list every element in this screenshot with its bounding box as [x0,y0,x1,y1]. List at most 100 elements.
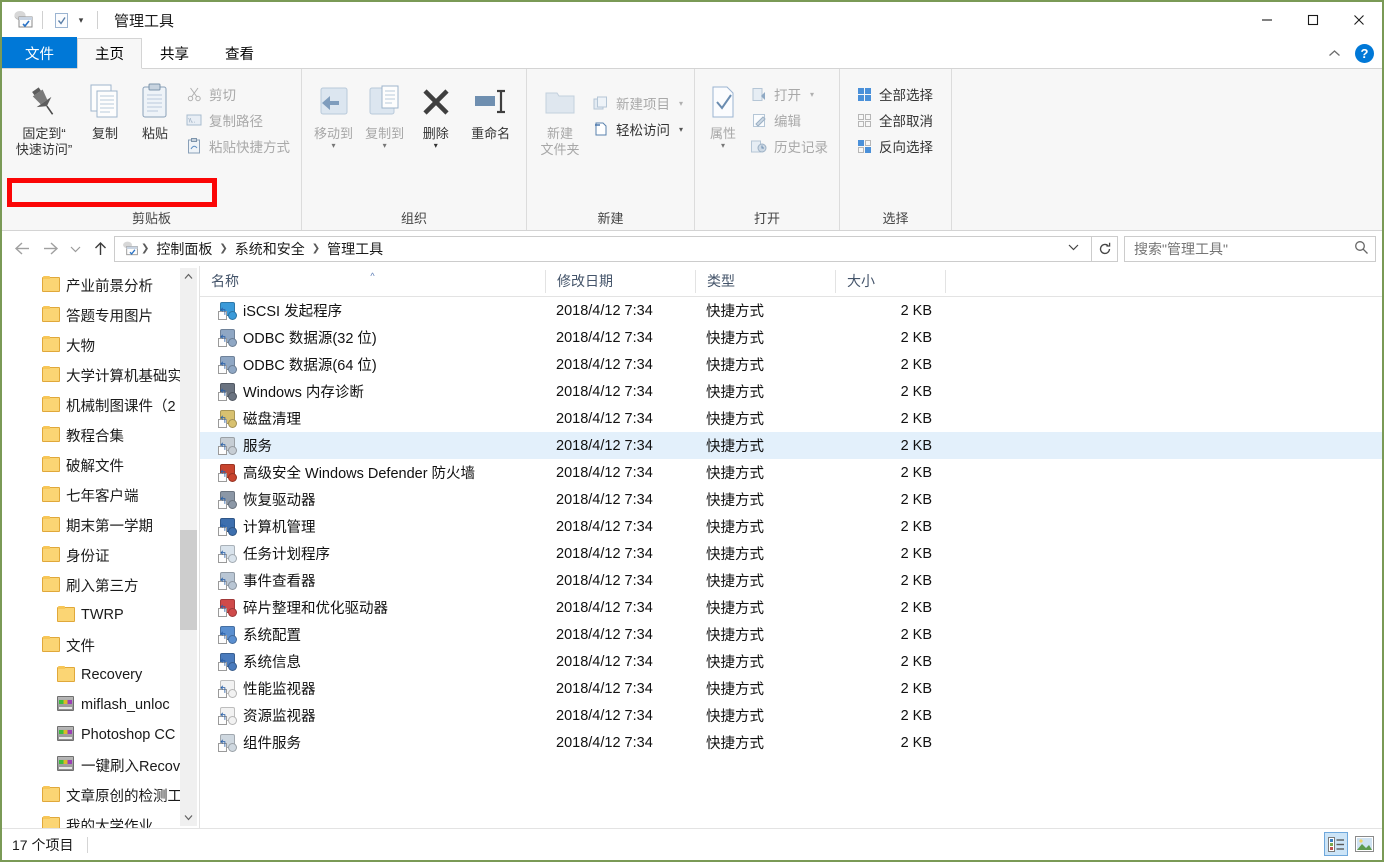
tree-item[interactable]: 七年客户端 [2,480,199,510]
tree-item[interactable]: 产业前景分析 [2,270,199,300]
nav-scrollbar-thumb[interactable] [180,530,197,630]
breadcrumb-item-2[interactable]: 管理工具 [322,239,388,259]
tree-item[interactable]: 我的大学作业 [2,810,199,828]
tree-item[interactable]: 刷入第三方 [2,570,199,600]
delete-button[interactable]: 删除 ▾ [410,76,461,149]
easy-access-button[interactable]: 轻松访问 ▾ [587,116,688,142]
tab-share[interactable]: 共享 [142,37,207,68]
breadcrumb-separator-2[interactable]: ❯ [310,243,322,254]
large-icons-view-button[interactable] [1352,832,1376,856]
edit-button[interactable]: 编辑 [745,107,833,133]
tree-item[interactable]: 教程合集 [2,420,199,450]
cut-button[interactable]: 剪切 [180,81,295,107]
tree-item[interactable]: Photoshop CC [2,720,199,750]
copy-path-button[interactable]: \\.. 复制路径 [180,107,295,133]
table-row[interactable]: iSCSI 发起程序2018/4/12 7:34快捷方式2 KB [200,297,1382,324]
copy-to-button[interactable]: 复制到 ▾ [359,76,410,149]
details-view-button[interactable] [1324,832,1348,856]
search-input[interactable] [1134,241,1354,257]
copy-button[interactable]: 复制 [80,76,130,142]
pin-to-quick-access-button[interactable]: 固定到“ 快速访问” [8,76,80,158]
tree-item[interactable]: 文章原创的检测工 [2,780,199,810]
close-button[interactable] [1336,2,1382,38]
refresh-button[interactable] [1092,236,1118,262]
breadcrumb[interactable]: ❯ 控制面板 ❯ 系统和安全 ❯ 管理工具 [114,236,1092,262]
move-to-chevron-down-icon[interactable]: ▾ [332,142,336,149]
table-row[interactable]: 服务2018/4/12 7:34快捷方式2 KB [200,432,1382,459]
move-to-button[interactable]: 移动到 ▾ [308,76,359,149]
table-row[interactable]: 性能监视器2018/4/12 7:34快捷方式2 KB [200,675,1382,702]
table-row[interactable]: 任务计划程序2018/4/12 7:34快捷方式2 KB [200,540,1382,567]
table-row[interactable]: 计算机管理2018/4/12 7:34快捷方式2 KB [200,513,1382,540]
table-row[interactable]: 碎片整理和优化驱动器2018/4/12 7:34快捷方式2 KB [200,594,1382,621]
table-row[interactable]: 事件查看器2018/4/12 7:34快捷方式2 KB [200,567,1382,594]
maximize-button[interactable] [1290,2,1336,38]
tab-view[interactable]: 查看 [207,37,272,68]
table-row[interactable]: Windows 内存诊断2018/4/12 7:34快捷方式2 KB [200,378,1382,405]
tree-item[interactable]: 答题专用图片 [2,300,199,330]
navigation-scrollbar[interactable] [180,268,197,826]
properties-button[interactable]: 属性 ▾ [701,76,745,149]
new-item-button[interactable]: 新建项目 ▾ [587,90,688,116]
delete-chevron-down-icon[interactable]: ▾ [434,142,438,149]
column-header-name[interactable]: ^ 名称 [200,270,545,293]
table-row[interactable]: 资源监视器2018/4/12 7:34快捷方式2 KB [200,702,1382,729]
tree-item[interactable]: 破解文件 [2,450,199,480]
tab-home[interactable]: 主页 [77,38,142,69]
breadcrumb-item-0[interactable]: 控制面板 [151,239,217,259]
chevron-up-icon[interactable] [1323,46,1345,61]
table-row[interactable]: ODBC 数据源(64 位)2018/4/12 7:34快捷方式2 KB [200,351,1382,378]
select-none-button[interactable]: 全部取消 [850,107,938,133]
table-row[interactable]: ODBC 数据源(32 位)2018/4/12 7:34快捷方式2 KB [200,324,1382,351]
column-header-size[interactable]: 大小 [835,270,945,293]
nav-scroll-up-arrow-icon[interactable] [180,268,197,285]
search-icon[interactable] [1354,240,1369,258]
tree-item[interactable]: 大学计算机基础实 [2,360,199,390]
address-dropdown-chevron-down-icon[interactable] [1060,243,1087,254]
breadcrumb-separator-0[interactable]: ❯ [139,243,151,254]
table-row[interactable]: 恢复驱动器2018/4/12 7:34快捷方式2 KB [200,486,1382,513]
new-item-chevron-down-icon[interactable]: ▾ [679,99,683,108]
open-chevron-down-icon[interactable]: ▾ [810,90,814,99]
breadcrumb-separator-1[interactable]: ❯ [217,243,229,254]
easy-access-chevron-down-icon[interactable]: ▾ [679,125,683,134]
recent-locations-button[interactable] [64,236,86,262]
open-button[interactable]: 打开 ▾ [745,81,833,107]
select-all-button[interactable]: 全部选择 [850,81,938,107]
tree-item[interactable]: miflash_unloc [2,690,199,720]
forward-button[interactable] [36,236,64,262]
table-row[interactable]: 磁盘清理2018/4/12 7:34快捷方式2 KB [200,405,1382,432]
search-box[interactable] [1124,236,1376,262]
tree-item[interactable]: Recovery [2,660,199,690]
table-row[interactable]: 高级安全 Windows Defender 防火墙2018/4/12 7:34快… [200,459,1382,486]
nav-scroll-down-arrow-icon[interactable] [180,809,197,826]
column-header-date[interactable]: 修改日期 [545,270,695,293]
tree-item[interactable]: 文件 [2,630,199,660]
tree-item[interactable]: 身份证 [2,540,199,570]
breadcrumb-root-icon[interactable] [121,240,139,258]
rename-button[interactable]: 重命名 [461,76,520,142]
properties-quick-icon[interactable] [51,10,71,30]
column-header-type[interactable]: 类型 [695,270,835,293]
copy-to-chevron-down-icon[interactable]: ▾ [383,142,387,149]
properties-chevron-down-icon[interactable]: ▾ [721,142,725,149]
table-row[interactable]: 系统信息2018/4/12 7:34快捷方式2 KB [200,648,1382,675]
history-button[interactable]: 历史记录 [745,133,833,159]
help-icon[interactable]: ? [1355,44,1374,63]
tree-item[interactable]: 大物 [2,330,199,360]
tree-item[interactable]: 一键刷入Recov [2,750,199,780]
breadcrumb-item-1[interactable]: 系统和安全 [230,239,310,259]
paste-button[interactable]: 粘贴 [130,76,180,142]
up-button[interactable] [86,236,114,262]
tab-file[interactable]: 文件 [2,37,77,68]
minimize-button[interactable] [1244,2,1290,38]
tree-item[interactable]: 期末第一学期 [2,510,199,540]
paste-shortcut-button[interactable]: 粘贴快捷方式 [180,133,295,159]
invert-selection-button[interactable]: 反向选择 [850,133,938,159]
qat-customize-chevron-down-icon[interactable]: ▾ [73,11,89,29]
tree-item[interactable]: 机械制图课件（2 [2,390,199,420]
new-folder-button[interactable]: 新建 文件夹 [533,76,587,158]
tree-item[interactable]: TWRP [2,600,199,630]
back-button[interactable] [8,236,36,262]
table-row[interactable]: 系统配置2018/4/12 7:34快捷方式2 KB [200,621,1382,648]
